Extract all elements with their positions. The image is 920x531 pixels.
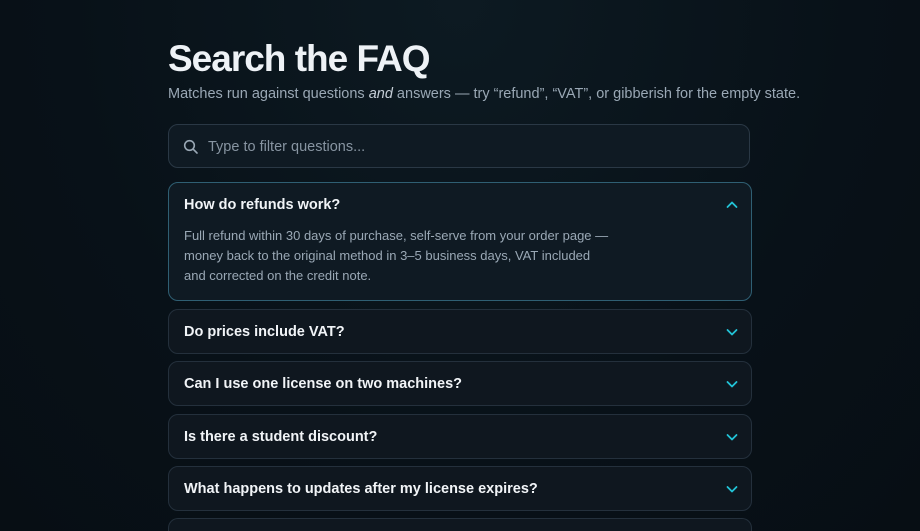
faq-question[interactable]: Is there a student discount? [184,429,377,445]
subtitle-text-end: answers — try “refund”, “VAT”, or gibber… [392,86,801,102]
search-box[interactable] [168,124,750,169]
faq-item-partial[interactable] [168,518,752,531]
faq-question[interactable]: How do refunds work? [184,197,340,213]
page-title: Search the FAQ [168,38,431,79]
chevron-up-icon[interactable] [725,198,739,212]
faq-item-license-machines[interactable]: Can I use one license on two machines? [168,361,752,406]
chevron-down-icon[interactable] [725,430,739,444]
faq-item-student-discount[interactable]: Is there a student discount? [168,414,752,459]
search-input[interactable] [206,125,730,169]
faq-item-vat[interactable]: Do prices include VAT? [168,309,752,354]
faq-question[interactable]: What happens to updates after my license… [184,481,538,497]
faq-answer: Full refund within 30 days of purchase, … [184,228,609,283]
faq-item-refunds[interactable]: How do refunds work? Full refund within … [168,182,752,301]
chevron-down-icon[interactable] [725,325,739,339]
chevron-down-icon[interactable] [725,482,739,496]
subtitle-emphasis: and [368,86,393,102]
faq-item-updates[interactable]: What happens to updates after my license… [168,466,752,511]
subtitle-text-start: Matches run against questions [168,86,369,102]
faq-question[interactable]: Can I use one license on two machines? [184,376,462,392]
search-icon [183,139,199,155]
chevron-down-icon[interactable] [725,377,739,391]
page-subtitle: Matches run against questions and answer… [168,86,800,102]
faq-question[interactable]: Do prices include VAT? [184,324,345,340]
